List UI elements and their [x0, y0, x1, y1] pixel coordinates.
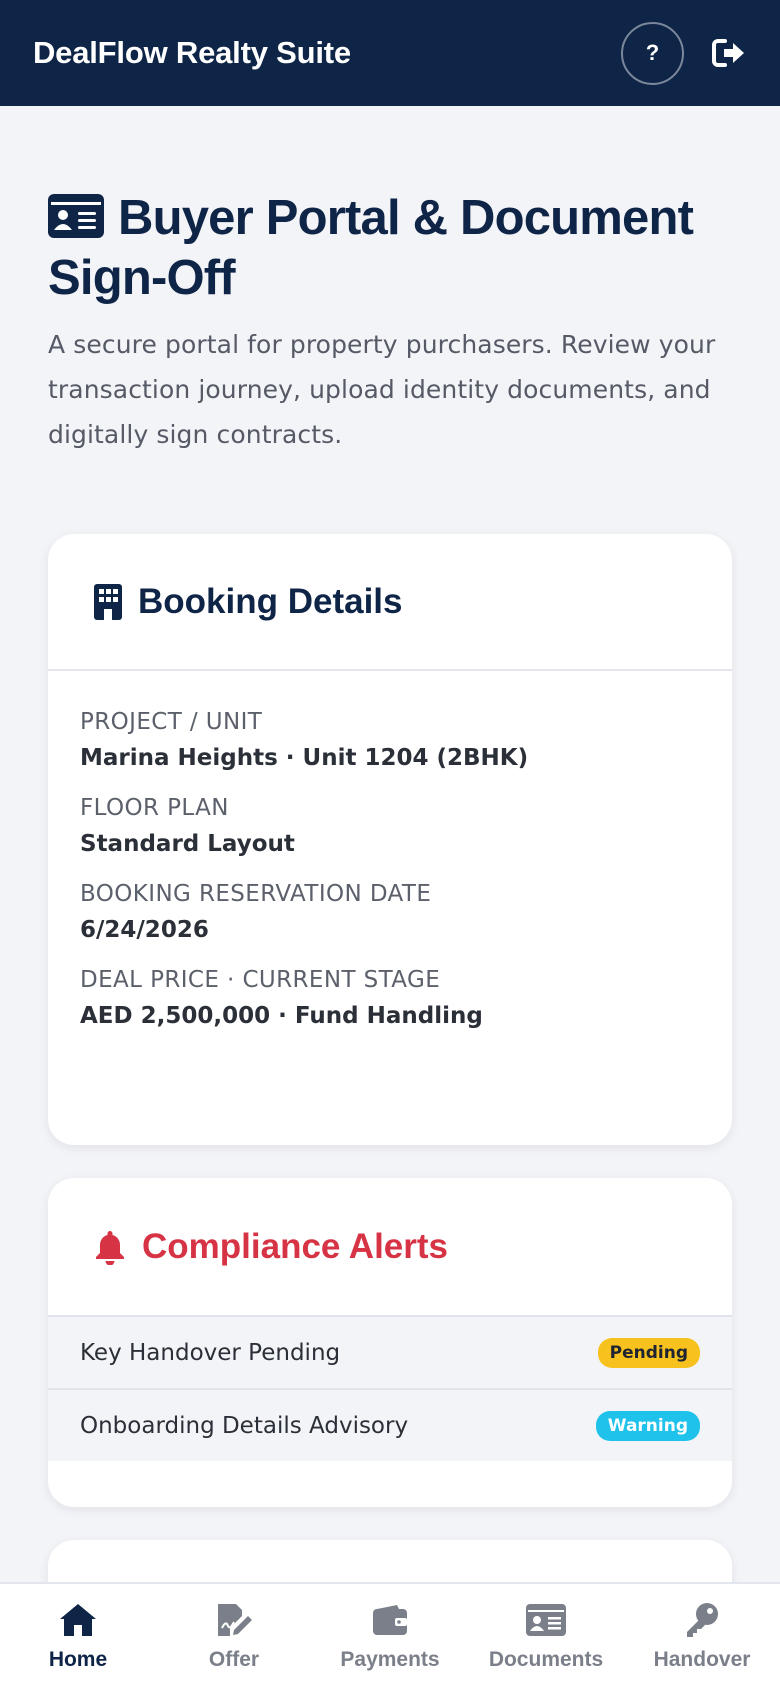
logout-button[interactable] [710, 34, 748, 72]
app-brand[interactable]: DealFlow Realty Suite [33, 35, 351, 71]
nav-label: Home [48, 1648, 108, 1671]
bell-icon [96, 1230, 124, 1265]
field-value: Standard Layout [80, 831, 295, 857]
id-card-icon [526, 1600, 566, 1640]
home-icon [58, 1600, 98, 1640]
wallet-icon [371, 1600, 409, 1640]
nav-label: Offer [208, 1648, 260, 1671]
field-label: Floor Plan [80, 795, 229, 821]
nav-item-payments[interactable]: Payments [312, 1584, 468, 1688]
building-icon [94, 583, 122, 620]
nav-label: Documents [488, 1648, 604, 1671]
alert-text: Key Handover Pending [80, 1339, 341, 1366]
nav-item-home[interactable]: Home [0, 1584, 156, 1688]
nav-item-offer[interactable]: Offer [156, 1584, 312, 1688]
nav-label: Payments [340, 1648, 440, 1671]
field-deal-price-stage: Deal Price · Current Stage AED 2,500,000… [80, 965, 700, 1031]
compliance-alerts-card: Compliance Alerts Key Handover Pending P… [48, 1178, 732, 1507]
field-label: Deal Price · Current Stage [80, 967, 441, 993]
signature-icon [214, 1600, 254, 1640]
main-content: Buyer Portal & Document Sign-Off A secur… [48, 106, 732, 1660]
nav-item-documents[interactable]: Documents [468, 1584, 624, 1688]
status-badge-warning: Warning [595, 1410, 700, 1441]
field-label: Booking Reservation Date [80, 881, 432, 907]
booking-details-header: Booking Details [48, 534, 732, 671]
page-title-text: Buyer Portal & Document Sign-Off [48, 191, 694, 305]
field-value: Marina Heights · Unit 1204 (2BHK) [80, 745, 529, 771]
alert-text: Onboarding Details Advisory [80, 1412, 409, 1439]
top-actions: ? [621, 21, 748, 85]
field-value: AED 2,500,000 · Fund Handling [80, 1003, 483, 1029]
alert-row[interactable]: Onboarding Details Advisory Warning [48, 1388, 732, 1461]
booking-details-title: Booking Details [138, 581, 403, 621]
page-title: Buyer Portal & Document Sign-Off [48, 190, 732, 306]
status-badge-pending: Pending [597, 1337, 700, 1368]
field-reservation-date: Booking Reservation Date 6/24/2026 [80, 879, 700, 945]
key-icon [684, 1600, 720, 1640]
field-label: Project / Unit [80, 709, 263, 735]
nav-label: Handover [653, 1648, 751, 1671]
booking-details-card: Booking Details Project / Unit Marina He… [48, 534, 732, 1145]
logout-icon [712, 39, 744, 67]
alert-row[interactable]: Key Handover Pending Pending [48, 1315, 732, 1388]
booking-details-body: Project / Unit Marina Heights · Unit 120… [48, 671, 732, 1031]
id-card-icon [48, 194, 104, 250]
field-project-unit: Project / Unit Marina Heights · Unit 120… [80, 707, 700, 773]
bottom-nav: Home Offer Payments Documents Handover [0, 1582, 780, 1688]
compliance-alerts-header: Compliance Alerts [48, 1178, 732, 1315]
page-subtitle: A secure portal for property purchasers.… [48, 330, 716, 449]
help-button[interactable]: ? [621, 21, 684, 85]
help-button-label: ? [645, 40, 660, 65]
field-value: 6/24/2026 [80, 917, 209, 943]
compliance-alerts-title: Compliance Alerts [142, 1226, 449, 1266]
nav-item-handover[interactable]: Handover [624, 1584, 780, 1688]
field-floor-plan: Floor Plan Standard Layout [80, 793, 700, 859]
top-bar: DealFlow Realty Suite ? [0, 0, 780, 106]
